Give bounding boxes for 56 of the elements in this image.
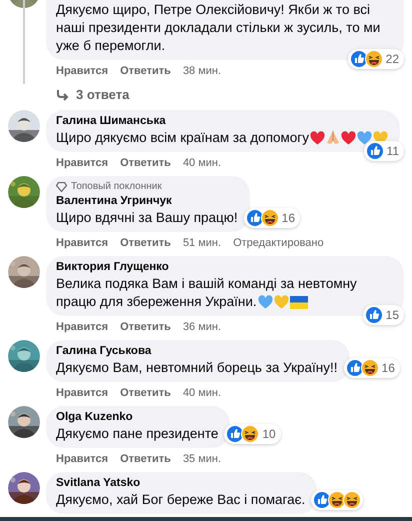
commenter-name[interactable]: Виктория Глущенко — [56, 260, 392, 274]
laughing-emoji-icon — [343, 490, 362, 508]
comment-time: 40 мин. — [182, 156, 222, 170]
reply-arrow-icon — [56, 88, 70, 101]
reply-link[interactable]: Ответить — [120, 384, 171, 400]
reaction-summary[interactable]: 16 — [244, 208, 300, 228]
like-icon — [366, 142, 384, 160]
reaction-count: 11 — [386, 142, 400, 160]
reply-link[interactable]: Ответить — [120, 63, 171, 79]
flag-icon — [290, 296, 308, 308]
reply-link[interactable]: Ответить — [120, 450, 171, 466]
reaction-summary[interactable]: 16 — [344, 358, 400, 378]
reaction-summary[interactable]: 15 — [362, 304, 404, 324]
comment-time: 36 мин. — [182, 320, 222, 334]
like-link[interactable]: Нравится — [56, 63, 108, 79]
comment-time: 35 мин. — [182, 452, 222, 466]
commenter-name[interactable]: Olga Kuzenko — [56, 410, 218, 424]
reaction-count: 22 — [384, 51, 400, 68]
reaction-count: 15 — [384, 306, 400, 324]
comment-time: 51 мин. — [182, 236, 222, 250]
comment-text: Щиро вдячні за Вашу працю! — [56, 208, 238, 226]
like-link[interactable]: Нравится — [56, 154, 108, 170]
like-link[interactable]: Нравится — [56, 384, 108, 400]
comment-time: 38 мин. — [182, 64, 222, 79]
comment-text: Дякуємо Вам, невтомний борець за Україну!! — [56, 358, 338, 376]
diamond-icon — [56, 182, 67, 192]
reply-link[interactable]: Ответить — [120, 154, 171, 170]
comment-text: Дякуємо пане президенте — [56, 424, 218, 442]
laughing-emoji-icon — [364, 50, 383, 68]
reaction-summary[interactable]: 22 — [348, 49, 404, 69]
laughing-emoji-icon — [241, 424, 260, 442]
laughing-emoji-icon — [360, 358, 379, 376]
commenter-name[interactable]: Svitlana Yatsko — [56, 476, 306, 490]
commenter-name[interactable]: Галина Шиманська — [56, 114, 388, 128]
like-link[interactable]: Нравится — [56, 450, 108, 466]
commenter-name[interactable]: Валентина Угринчук — [56, 194, 238, 208]
like-icon — [364, 306, 383, 324]
edited-label: Отредактировано — [233, 236, 324, 250]
reaction-count: 10 — [261, 426, 277, 442]
view-replies-link[interactable]: 3 ответа — [46, 79, 404, 104]
reaction-count: 16 — [280, 210, 296, 226]
reaction-summary[interactable]: 11 — [364, 140, 404, 160]
comment-time: 40 мин. — [182, 386, 222, 400]
reply-link[interactable]: Ответить — [120, 318, 171, 334]
commenter-name[interactable]: Галина Гуськова — [56, 344, 338, 358]
laughing-emoji-icon — [260, 208, 279, 226]
praying-hands-icon — [326, 130, 340, 144]
fan-badge-label: Топовый поклонник — [71, 180, 162, 194]
reaction-summary[interactable]: 10 — [224, 424, 281, 444]
reaction-count: 16 — [380, 360, 396, 376]
reaction-summary[interactable] — [311, 490, 364, 510]
like-link[interactable]: Нравится — [56, 234, 108, 250]
reply-link[interactable]: Ответить — [120, 234, 171, 250]
comment-text: Дякуємо, хай Бог береже Вас і помагає. — [56, 490, 306, 508]
like-link[interactable]: Нравится — [56, 318, 108, 334]
comment-text: Велика подяка Вам і вашій команді за невтомну працю для збереження України. — [56, 274, 358, 310]
